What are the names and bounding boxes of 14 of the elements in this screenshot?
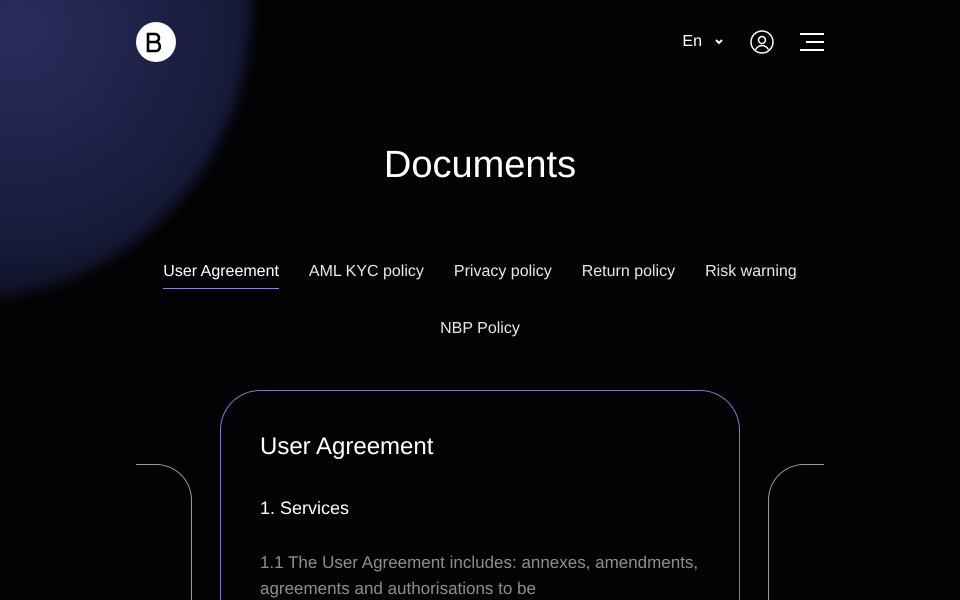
document-tab[interactable]: NBP Policy — [440, 317, 520, 346]
language-selector[interactable]: En — [682, 30, 724, 54]
document-tab[interactable]: Privacy policy — [454, 260, 552, 289]
page-title: Documents — [384, 146, 576, 184]
document-tab[interactable]: AML KYC policy — [308, 260, 424, 289]
document-tab[interactable]: Risk warning — [705, 260, 797, 289]
document-paragraph: 1.1 The User Agreement includes: annexes, amendments, agreements and authorisations to be — [260, 552, 700, 600]
document-tab[interactable]: Return policy — [582, 260, 676, 289]
document-tab[interactable]: User Agreement — [163, 260, 279, 289]
caret-icon — [714, 38, 724, 46]
menu-icon[interactable] — [800, 33, 824, 51]
document-title: User Agreement — [260, 432, 434, 462]
section-heading: 1. Services — [260, 497, 350, 520]
user-icon[interactable] — [750, 30, 774, 54]
